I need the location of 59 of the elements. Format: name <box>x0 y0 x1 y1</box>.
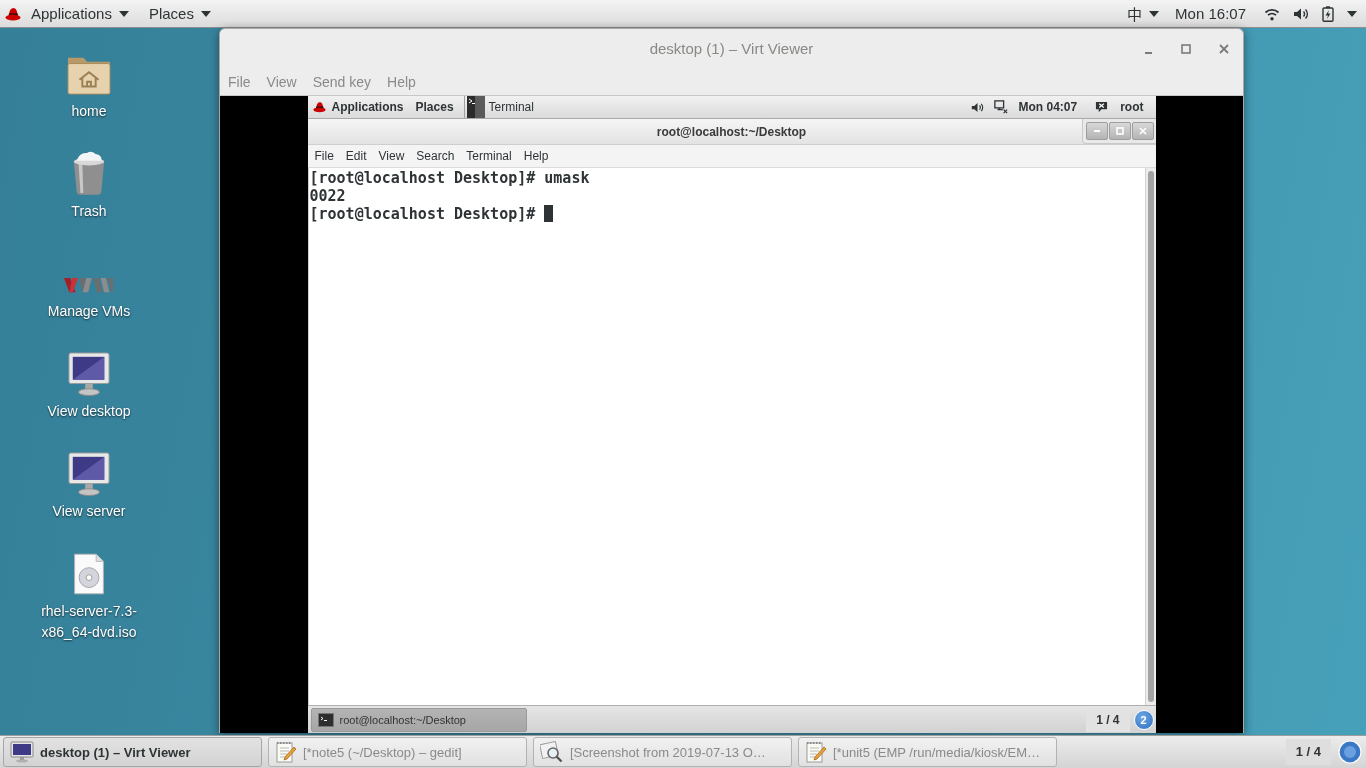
window-title: desktop (1) – Virt Viewer <box>649 40 814 57</box>
minimize-icon <box>1093 130 1100 132</box>
notepad-pencil-icon <box>805 741 827 763</box>
menu-item[interactable]: File <box>308 146 340 166</box>
icon-label[interactable]: Trash <box>71 201 107 222</box>
menu-button[interactable]: Places <box>409 97 460 117</box>
user-icon <box>1095 100 1109 114</box>
maximize-icon <box>1181 43 1191 54</box>
taskbar-button[interactable]: desktop (1) – Virt Viewer <box>3 737 262 767</box>
icon-label[interactable]: home <box>71 101 107 122</box>
minimize-button[interactable] <box>1085 122 1108 140</box>
network-icon[interactable] <box>994 100 1009 114</box>
input-method-button[interactable]: 中 <box>1127 1 1160 26</box>
close-icon <box>1219 43 1229 54</box>
taskbar-button[interactable]: root@localhost:~/Desktop <box>310 707 527 732</box>
caret-icon <box>118 10 129 17</box>
clock[interactable]: Mon 04:07 <box>1018 100 1078 114</box>
menu-item[interactable]: View <box>372 146 411 166</box>
menu-button[interactable]: Applications <box>325 97 410 117</box>
user-menu-button[interactable]: root <box>1118 97 1144 117</box>
menu-button[interactable]: Applications <box>21 1 139 26</box>
minimize-icon <box>1144 51 1152 54</box>
workspace-indicator[interactable]: 1 / 4 <box>1285 739 1331 765</box>
battery-icon[interactable] <box>1322 5 1334 22</box>
maximize-icon <box>1115 127 1124 135</box>
monitor-icon[interactable] <box>68 452 110 496</box>
menu-item[interactable]: Edit <box>339 146 373 166</box>
text-cursor <box>544 205 554 222</box>
caret-icon <box>1149 10 1160 17</box>
terminal-icon <box>317 712 334 727</box>
icon-label[interactable]: Manage VMs <box>47 301 131 322</box>
disc-file-icon[interactable] <box>71 552 107 596</box>
menu-item[interactable]: Help <box>517 146 555 166</box>
menu-item[interactable]: Terminal <box>460 146 518 166</box>
clock[interactable]: Mon 16:07 <box>1175 5 1246 22</box>
hat-logo-icon <box>312 101 326 113</box>
notification-icon[interactable] <box>1338 740 1362 764</box>
caret-icon <box>200 10 211 17</box>
icon-label[interactable]: View desktop <box>47 401 131 422</box>
terminal-line: 0022 <box>309 187 346 205</box>
menu-item[interactable]: Search <box>410 146 461 166</box>
app-menu-button[interactable]: Terminal <box>484 97 538 117</box>
maximize-button[interactable] <box>1108 122 1131 140</box>
caret-icon[interactable] <box>1347 10 1357 17</box>
speaker-icon[interactable] <box>971 100 985 114</box>
close-icon <box>1138 127 1147 135</box>
menu-button[interactable]: Places <box>138 1 221 26</box>
terminal-line: [root@localhost Desktop]# <box>309 205 536 223</box>
notepad-pencil-icon <box>275 741 297 763</box>
monitor-icon <box>10 741 34 763</box>
hat-logo-icon <box>5 6 21 21</box>
terminal-icon <box>466 96 485 118</box>
close-button[interactable] <box>1131 122 1154 140</box>
icon-label[interactable]: View server <box>52 501 126 522</box>
icon-label[interactable]: rhel-server-7.3-x86_64-dvd.iso <box>29 601 149 643</box>
terminal-line: [root@localhost Desktop]# umask <box>309 169 590 187</box>
monitor-icon[interactable] <box>68 352 110 396</box>
window-title: root@localhost:~/Desktop <box>656 124 807 139</box>
magnifier-picture-icon <box>540 741 564 763</box>
